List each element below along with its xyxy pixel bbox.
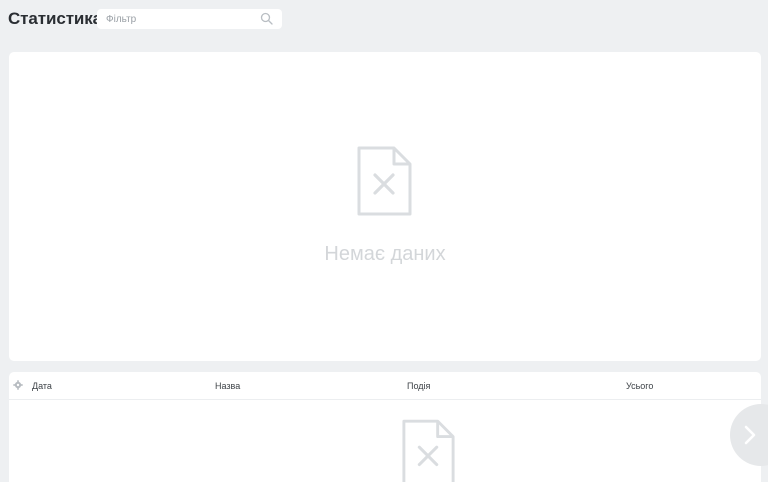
filter-field[interactable] bbox=[97, 9, 282, 29]
column-header-name[interactable]: Назва bbox=[215, 381, 240, 391]
column-header-event[interactable]: Подія bbox=[407, 381, 430, 391]
chart-panel: Немає даних bbox=[9, 52, 761, 361]
file-x-icon bbox=[356, 145, 413, 217]
column-header-date[interactable]: Дата bbox=[32, 381, 52, 391]
column-header-total[interactable]: Усього bbox=[626, 381, 653, 391]
search-icon[interactable] bbox=[260, 12, 273, 25]
file-x-icon bbox=[401, 418, 456, 482]
header: Статистика bbox=[0, 0, 768, 44]
gear-icon[interactable] bbox=[13, 380, 23, 390]
statistics-table: Дата Назва Подія Усього bbox=[9, 372, 761, 482]
chevron-right-icon bbox=[744, 425, 756, 445]
filter-input[interactable] bbox=[97, 9, 257, 29]
table-header: Дата Назва Подія Усього bbox=[9, 372, 761, 400]
no-data-message: Немає даних bbox=[324, 243, 446, 265]
page-title: Статистика bbox=[8, 9, 103, 28]
